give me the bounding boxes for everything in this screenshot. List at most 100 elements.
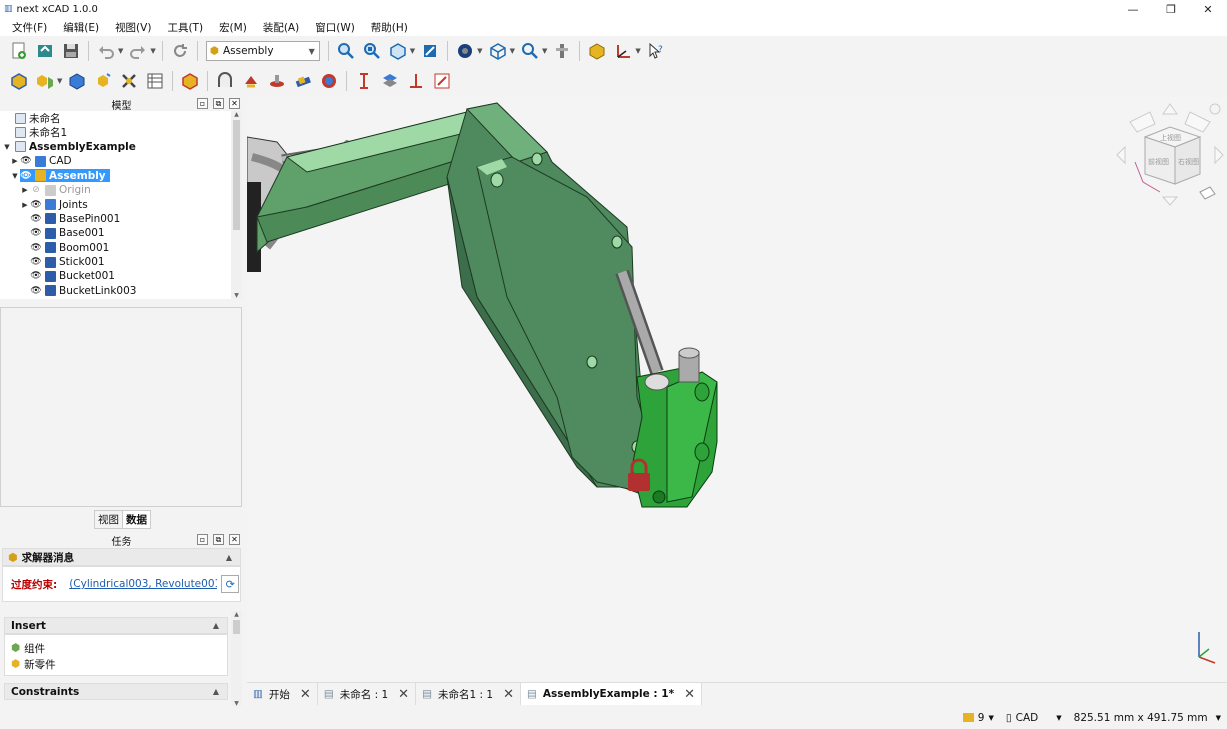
tree-item[interactable]: 未命名1 <box>0 125 231 139</box>
collapse-icon[interactable]: ▲ <box>213 687 219 696</box>
eye-icon[interactable]: 👁 <box>30 214 42 224</box>
zoom-dropdown-icon[interactable]: ▼ <box>542 47 547 55</box>
tree-item[interactable]: 👁 Boom001 <box>0 241 231 255</box>
navigation-cube[interactable]: 上视图 前视图 右视图 <box>1115 102 1225 212</box>
collapse-icon[interactable]: ▲ <box>213 621 219 630</box>
close-button[interactable]: ✕ <box>1189 0 1227 18</box>
bom-icon[interactable] <box>143 69 167 93</box>
tree-item[interactable]: ▶ 👁 Joints <box>0 197 231 211</box>
close-tab-icon[interactable]: ✕ <box>684 687 695 702</box>
tree-item[interactable]: 👁 Bucket001 <box>0 269 231 283</box>
draw-style-icon[interactable] <box>453 39 477 63</box>
undock-icon[interactable]: ⧉ <box>213 98 224 109</box>
minimize-button[interactable]: — <box>1114 0 1152 18</box>
menu-edit[interactable]: 编辑(E) <box>55 20 107 35</box>
close-tab-icon[interactable]: ✕ <box>300 687 311 702</box>
view-isometric-icon[interactable] <box>386 39 410 63</box>
eye-icon[interactable]: 👁 <box>20 156 32 166</box>
redo-dropdown-icon[interactable]: ▼ <box>150 47 155 55</box>
insert-component-item[interactable]: ⬢ 组件 <box>11 640 227 656</box>
joint-distance-icon[interactable] <box>352 69 376 93</box>
save-icon[interactable] <box>59 39 83 63</box>
undock-icon[interactable]: ⧉ <box>213 534 224 545</box>
tree-item[interactable]: 👁 BasePin001 <box>0 212 231 226</box>
close-panel-icon[interactable]: ✕ <box>229 98 240 109</box>
close-panel-icon[interactable]: ✕ <box>229 534 240 545</box>
eye-icon[interactable]: 👁 <box>30 200 42 210</box>
eye-icon[interactable]: 👁 <box>30 228 42 238</box>
overconstrained-link[interactable]: (Cylindrical003, Revolute001, an <box>69 578 217 590</box>
joint-angle-icon[interactable] <box>430 69 454 93</box>
measure-icon[interactable] <box>418 39 442 63</box>
tree-item[interactable]: ▶ ⊘ Origin <box>0 183 231 197</box>
section-icon[interactable] <box>550 39 574 63</box>
eye-icon[interactable]: 👁 <box>30 271 42 281</box>
solver-messages-header[interactable]: ⬢ 求解器消息 ▲ <box>2 548 241 566</box>
menu-window[interactable]: 窗口(W) <box>307 20 363 35</box>
create-assembly-icon[interactable] <box>7 69 31 93</box>
collapse-arrow-icon[interactable]: ▶ <box>20 186 30 194</box>
menu-view[interactable]: 视图(V) <box>107 20 159 35</box>
part-icon[interactable] <box>585 39 609 63</box>
collapse-arrow-icon[interactable]: ▶ <box>20 201 30 209</box>
box-view-dropdown-icon[interactable]: ▼ <box>510 47 515 55</box>
zoom-icon[interactable] <box>518 39 542 63</box>
tree-item[interactable]: ▶ 👁 CAD <box>0 154 231 168</box>
box-view-icon[interactable] <box>486 39 510 63</box>
joint-cylindrical-icon[interactable] <box>265 69 289 93</box>
count-dropdown-icon[interactable]: ▼ <box>988 714 993 722</box>
expand-arrow-icon[interactable]: ▼ <box>2 143 12 151</box>
fit-all-icon[interactable] <box>334 39 358 63</box>
constraints-section-header[interactable]: Constraints ▲ <box>4 683 228 700</box>
joint-slider-icon[interactable] <box>291 69 315 93</box>
eye-icon[interactable]: 👁 <box>30 243 42 253</box>
navigation-dropdown-icon[interactable]: ▼ <box>1056 714 1061 722</box>
expand-arrow-icon[interactable]: ▼ <box>10 172 20 180</box>
new-document-icon[interactable] <box>7 39 31 63</box>
joint-revolute-icon[interactable] <box>239 69 263 93</box>
insert-section-header[interactable]: Insert ▲ <box>4 617 228 634</box>
tab-document[interactable]: ▤ 未命名1 : 1 ✕ <box>416 683 521 705</box>
eye-icon[interactable]: 👁 <box>20 171 32 181</box>
ground-icon[interactable] <box>65 69 89 93</box>
tab-document[interactable]: ▤ 未命名 : 1 ✕ <box>317 683 417 705</box>
close-tab-icon[interactable]: ✕ <box>398 687 409 702</box>
whats-this-icon[interactable]: ? <box>644 39 668 63</box>
undo-dropdown-icon[interactable]: ▼ <box>118 47 123 55</box>
tab-start[interactable]: ▥ 开始 ✕ <box>247 683 318 705</box>
solver-part-icon[interactable] <box>178 69 202 93</box>
axes-icon[interactable] <box>611 39 635 63</box>
explode-icon[interactable] <box>91 69 115 93</box>
menu-assembly[interactable]: 装配(A) <box>255 20 307 35</box>
menu-file[interactable]: 文件(F) <box>4 20 55 35</box>
notification-count[interactable]: 9 <box>978 712 985 724</box>
collapse-arrow-icon[interactable]: ▶ <box>10 157 20 165</box>
tree-item[interactable]: 👁 BucketLink003 <box>0 284 231 298</box>
menu-macro[interactable]: 宏(M) <box>211 20 255 35</box>
joint-perpendicular-icon[interactable] <box>404 69 428 93</box>
3d-viewport[interactable]: 上视图 前视图 右视图 <box>247 97 1227 682</box>
refresh-icon[interactable] <box>168 39 192 63</box>
tree-scrollbar[interactable]: ▲ ▼ <box>231 111 242 299</box>
eye-icon[interactable]: 👁 <box>30 286 42 296</box>
tab-data[interactable]: 数据 <box>123 510 151 529</box>
view-dropdown-icon[interactable]: ▼ <box>410 47 415 55</box>
restore-button[interactable]: ❐ <box>1152 0 1190 18</box>
float-icon[interactable]: ▫ <box>197 534 208 545</box>
tree-item-selected[interactable]: ▼ 👁 Assembly <box>0 169 231 183</box>
joint-parallel-icon[interactable] <box>378 69 402 93</box>
excavator-model[interactable] <box>247 97 1227 682</box>
eye-icon[interactable]: 👁 <box>30 257 42 267</box>
joint-ball-icon[interactable] <box>317 69 341 93</box>
collapse-icon[interactable]: ▲ <box>226 553 232 562</box>
undo-icon[interactable] <box>94 39 118 63</box>
tab-assembly-example[interactable]: ▤ AssemblyExample : 1* ✕ <box>520 683 702 705</box>
dimensions-dropdown-icon[interactable]: ▼ <box>1216 714 1221 722</box>
navigation-style[interactable]: CAD <box>1016 712 1039 724</box>
solve-icon[interactable] <box>117 69 141 93</box>
menu-tools[interactable]: 工具(T) <box>159 20 211 35</box>
tab-view[interactable]: 视图 <box>94 510 123 529</box>
refresh-icon[interactable]: ⟳ <box>221 575 240 593</box>
axes-dropdown-icon[interactable]: ▼ <box>635 47 640 55</box>
insert-dropdown-icon[interactable]: ▼ <box>57 77 62 85</box>
